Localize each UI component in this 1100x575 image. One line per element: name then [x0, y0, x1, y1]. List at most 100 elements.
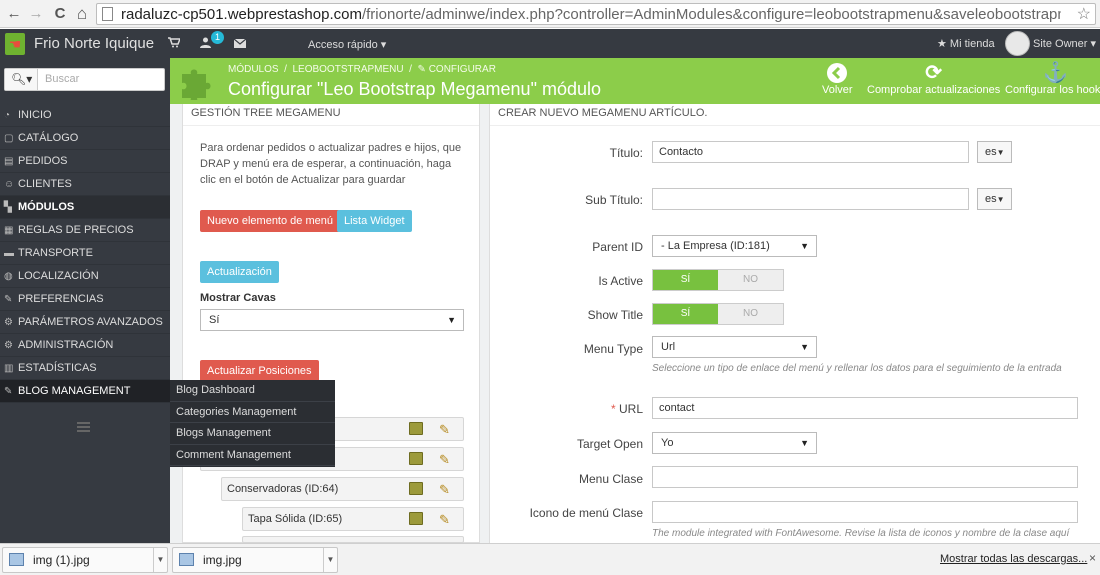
cogs-icon: ⚙	[4, 317, 13, 328]
delete-icon[interactable]	[409, 512, 423, 525]
url-text[interactable]: radaluzc-cp501.webprestashop.com/frionor…	[121, 6, 1061, 23]
sidebar-item-parametros[interactable]: ⚙ PARÁMETROS AVANZADOS	[0, 311, 170, 334]
subtitle-input[interactable]	[652, 188, 969, 210]
show-all-downloads-link[interactable]: Mostrar todas las descargas...	[940, 553, 1087, 565]
sidebar-item-preferencias[interactable]: ✎ PREFERENCIAS	[0, 288, 170, 311]
sidebar: 🔍︎▾ Buscar ◔ INICIO ▢ CATÁLOGO ▤ PEDIDOS ☺ C…	[0, 58, 170, 543]
download-item[interactable]: img (1).jpg ▼	[2, 547, 168, 573]
menu-icon-class-input[interactable]	[652, 501, 1078, 523]
url-input[interactable]: contact	[652, 397, 1078, 419]
bookmark-star-icon[interactable]: ☆	[1077, 4, 1091, 24]
sidebar-item-localizacion[interactable]: ◍ LOCALIZACIÓN	[0, 265, 170, 288]
sidebar-item-estadisticas[interactable]: ▥ ESTADÍSTICAS	[0, 357, 170, 380]
delete-icon[interactable]	[409, 452, 423, 465]
tree-help-text: Para ordenar pedidos o actualizar padres…	[200, 142, 462, 186]
page-icon	[102, 7, 113, 21]
sidebar-search[interactable]: 🔍︎▾ Buscar	[4, 68, 165, 91]
create-panel-heading: CREAR NUEVO MEGAMENU ARTÍCULO.	[498, 107, 708, 119]
submenu-item-blogs[interactable]: Blogs Management	[170, 423, 335, 445]
title-language-select[interactable]: es▼	[977, 141, 1012, 163]
sidebar-item-catalogo[interactable]: ▢ CATÁLOGO	[0, 127, 170, 150]
collapse-menu-icon[interactable]	[77, 422, 90, 432]
back-arrow-icon[interactable]: ←	[4, 4, 24, 24]
avatar[interactable]	[1005, 31, 1030, 56]
title-input[interactable]: Contacto	[652, 141, 969, 163]
language-code: es	[985, 146, 997, 158]
anchor-icon: ⚓	[1042, 62, 1068, 84]
shop-name[interactable]: Frio Norte Iquique	[34, 35, 154, 52]
forward-arrow-icon[interactable]: →	[26, 4, 46, 24]
delete-icon[interactable]	[409, 482, 423, 495]
sidebar-item-label: CATÁLOGO	[18, 132, 79, 144]
orders-icon: ▤	[4, 156, 14, 167]
update-button[interactable]: Actualización	[200, 261, 279, 283]
menu-class-input[interactable]	[652, 466, 1078, 488]
sidebar-item-inicio[interactable]: ◔ INICIO	[0, 104, 170, 127]
toggle-yes[interactable]: SÍ	[653, 304, 718, 324]
download-item[interactable]: img.jpg ▼	[172, 547, 338, 573]
widget-list-button[interactable]: Lista Widget	[337, 210, 412, 232]
puzzle-icon	[182, 69, 211, 100]
sidebar-item-clientes[interactable]: ☺ CLIENTES	[0, 173, 170, 196]
tree-item[interactable]	[242, 536, 464, 543]
sidebar-item-reglas-precios[interactable]: ▦ REGLAS DE PRECIOS	[0, 219, 170, 242]
sidebar-item-label: PEDIDOS	[18, 155, 68, 167]
is-active-label: Is Active	[598, 274, 643, 288]
toggle-yes[interactable]: SÍ	[653, 270, 718, 290]
search-input[interactable]: Buscar	[45, 73, 79, 85]
submenu-item-categories[interactable]: Categories Management	[170, 402, 335, 423]
tree-item[interactable]: Tapa Sólida (ID:65) ✎	[242, 507, 464, 531]
message-envelope-icon[interactable]	[233, 37, 247, 51]
customer-icon[interactable]	[200, 37, 211, 51]
close-icon[interactable]: ×	[1089, 551, 1096, 565]
subtitle-language-select[interactable]: es▼	[977, 188, 1012, 210]
breadcrumb-leobootstrapmenu[interactable]: LEOBOOTSTRAPMENU	[292, 64, 403, 75]
edit-pencil-icon[interactable]: ✎	[439, 509, 450, 531]
sidebar-item-blog-management[interactable]: ✎ BLOG MANAGEMENT	[0, 380, 170, 403]
toggle-no[interactable]: NO	[718, 270, 783, 290]
is-active-toggle[interactable]: SÍ NO	[652, 269, 784, 291]
edit-pencil-icon[interactable]: ✎	[439, 479, 450, 501]
show-cavas-select[interactable]: Sí ▼	[200, 309, 464, 331]
menu-type-select[interactable]: Url ▼	[652, 336, 817, 358]
home-icon[interactable]: ⌂	[72, 4, 92, 24]
search-icon[interactable]: 🔍︎▾	[5, 69, 38, 90]
back-button[interactable]: Volver	[822, 62, 853, 96]
url-path: /frionorte/adminwe/index.php?controller=…	[361, 6, 1061, 23]
tree-item[interactable]: Conservadoras (ID:64) ✎	[221, 477, 464, 501]
submenu-item-blog-dashboard[interactable]: Blog Dashboard	[170, 380, 335, 402]
sidebar-item-transporte[interactable]: ▬ TRANSPORTE	[0, 242, 170, 265]
breadcrumb-modulos[interactable]: MÓDULOS	[228, 64, 279, 75]
update-positions-button[interactable]: Actualizar Posiciones	[200, 360, 319, 382]
sidebar-item-modulos[interactable]: ▚ MÓDULOS	[0, 196, 170, 219]
owner-dropdown[interactable]: Site Owner ▾	[1033, 37, 1096, 50]
catalog-icon: ▢	[4, 133, 14, 144]
prestashop-logo-icon[interactable]: ☚	[5, 33, 25, 55]
submenu-item-comments[interactable]: Comment Management	[170, 445, 335, 466]
show-title-toggle[interactable]: SÍ NO	[652, 303, 784, 325]
address-bar[interactable]: radaluzc-cp501.webprestashop.com/frionor…	[96, 3, 1096, 25]
reload-icon[interactable]: C	[50, 4, 70, 24]
edit-pencil-icon[interactable]: ✎	[439, 449, 450, 471]
my-shop-link[interactable]: ★ Mi tienda	[937, 37, 995, 50]
toggle-no[interactable]: NO	[718, 304, 783, 324]
edit-pencil-icon[interactable]: ✎	[439, 419, 450, 441]
chevron-down-icon[interactable]: ▼	[323, 548, 337, 572]
download-filename: img (1).jpg	[33, 553, 90, 567]
url-host: radaluzc-cp501.webprestashop.com	[121, 6, 362, 23]
parent-id-select[interactable]: - La Empresa (ID:181) ▼	[652, 235, 817, 257]
caret-down-icon: ▼	[800, 438, 809, 448]
target-open-select[interactable]: Yo ▼	[652, 432, 817, 454]
refresh-icon: ⟳	[925, 62, 943, 84]
sidebar-item-administracion[interactable]: ⚙ ADMINISTRACIÓN	[0, 334, 170, 357]
cart-icon[interactable]	[168, 37, 182, 51]
configure-hooks-button[interactable]: ⚓ Configurar los hooks	[1005, 62, 1100, 96]
check-updates-button[interactable]: ⟳ Comprobar actualizaciones	[867, 62, 1000, 96]
chevron-down-icon[interactable]: ▼	[153, 548, 167, 572]
quick-access-dropdown[interactable]: Acceso rápido ▾	[308, 38, 386, 51]
breadcrumb: MÓDULOS / LEOBOOTSTRAPMENU / ✎ CONFIGURA…	[228, 64, 496, 75]
menu-type-value: Url	[661, 341, 676, 353]
delete-icon[interactable]	[409, 422, 423, 435]
sidebar-item-pedidos[interactable]: ▤ PEDIDOS	[0, 150, 170, 173]
new-menu-item-button[interactable]: Nuevo elemento de menú	[200, 210, 340, 232]
